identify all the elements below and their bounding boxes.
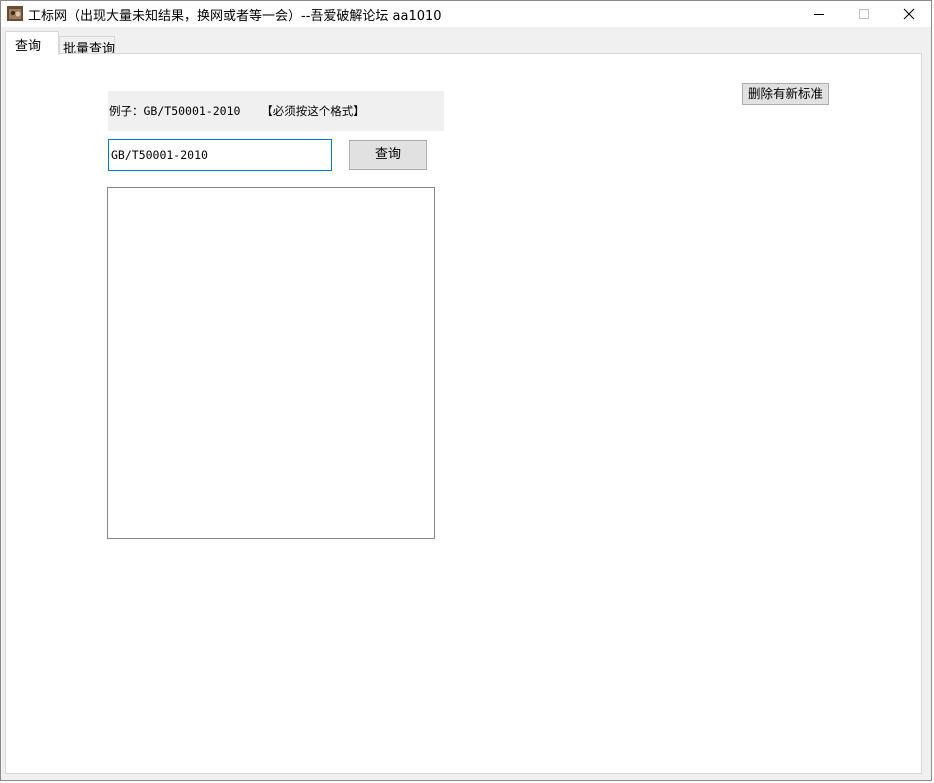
results-textbox[interactable] xyxy=(107,187,435,539)
delete-new-standards-button[interactable]: 删除有新标准 xyxy=(742,83,829,105)
minimize-icon xyxy=(814,14,824,15)
standard-number-input[interactable] xyxy=(108,139,332,171)
minimize-button[interactable] xyxy=(796,1,842,27)
query-tab-panel: 例子：GB/T50001-2010 【必须按这个格式】 查询 删除有新标准 xyxy=(5,53,922,774)
tab-strip: 查询 批量查询 xyxy=(1,27,931,57)
maximize-icon xyxy=(859,9,869,19)
query-button[interactable]: 查询 xyxy=(349,140,427,170)
app-window: 工标网（出现大量未知结果，换网或者等一会）--吾爱破解论坛 aa1010 查询 … xyxy=(0,0,932,781)
close-button[interactable] xyxy=(886,1,932,27)
close-icon xyxy=(903,8,915,20)
window-title: 工标网（出现大量未知结果，换网或者等一会）--吾爱破解论坛 aa1010 xyxy=(28,9,442,24)
example-format-label: 例子：GB/T50001-2010 【必须按这个格式】 xyxy=(108,91,444,131)
title-bar[interactable]: 工标网（出现大量未知结果，换网或者等一会）--吾爱破解论坛 aa1010 xyxy=(1,1,931,27)
tab-query[interactable]: 查询 xyxy=(5,31,59,55)
maximize-button[interactable] xyxy=(841,1,887,27)
app-icon xyxy=(7,6,23,21)
